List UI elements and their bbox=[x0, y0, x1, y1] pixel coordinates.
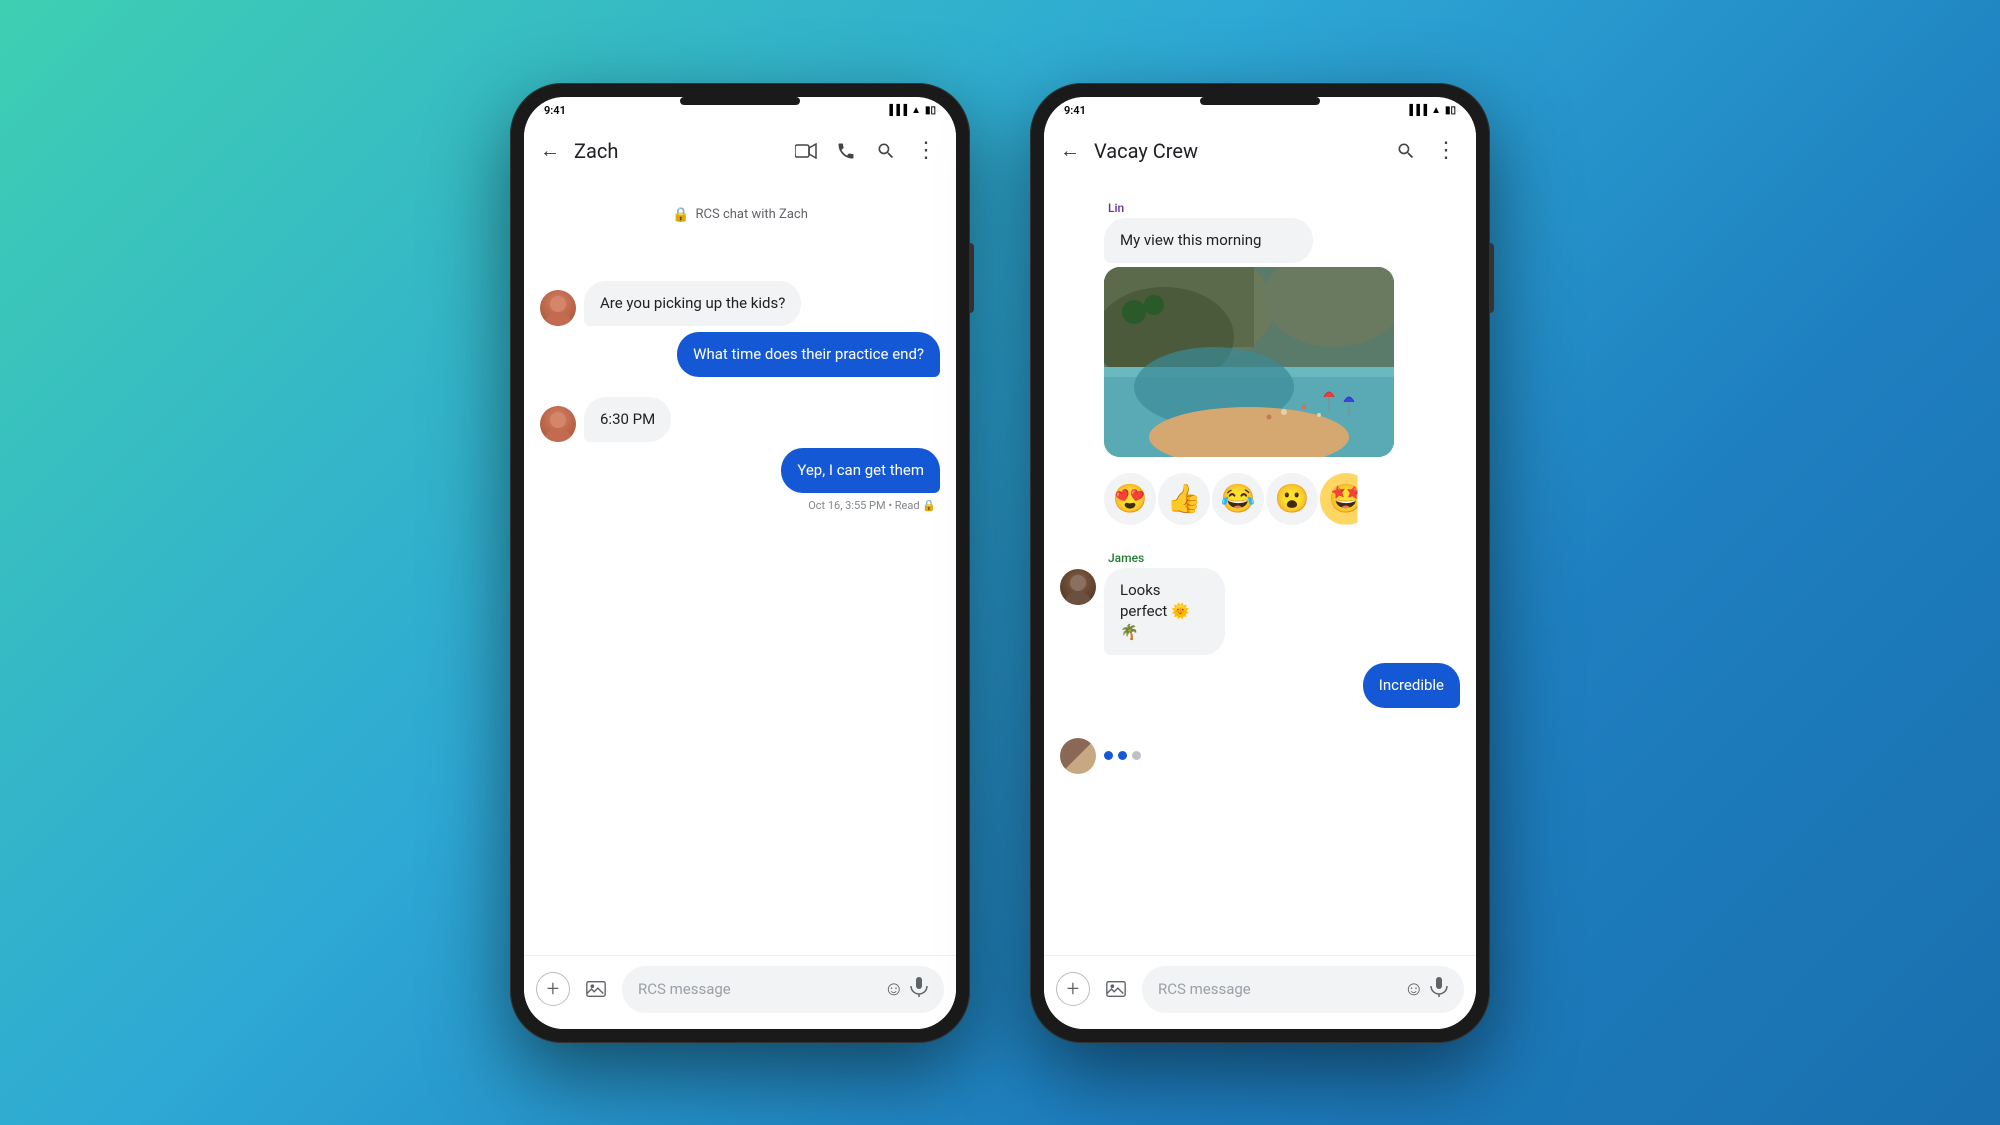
message-row-james: James Looks perfect 🌞 🌴 bbox=[1060, 551, 1460, 655]
more-options-button-1[interactable]: ⋮ bbox=[908, 133, 944, 169]
phone-call-button[interactable] bbox=[828, 133, 864, 169]
message-text-2: What time does their practice end? bbox=[693, 345, 924, 363]
phone-1: 9:41 ▐▐▐ ▲ ▮▯ ← Zach ⋮ bbox=[510, 83, 970, 1043]
sender-name-lin: Lin bbox=[1108, 201, 1394, 215]
input-field-icons-2: ☺ bbox=[1404, 976, 1448, 1003]
wifi-icon: ▲ bbox=[911, 105, 921, 116]
reaction-partial[interactable]: 🤩 bbox=[1320, 473, 1372, 525]
phone-2: 9:41 ▐▐▐ ▲ ▮▯ ← Vacay Crew ⋮ bbox=[1030, 83, 1490, 1043]
james-message-bubble: Looks perfect 🌞 🌴 bbox=[1104, 568, 1225, 655]
emoji-icon-1[interactable]: ☺ bbox=[884, 976, 904, 1003]
chat-area-2: Lin My view this morning bbox=[1044, 177, 1476, 955]
beach-photo[interactable] bbox=[1104, 267, 1394, 457]
mic-icon-2[interactable] bbox=[1430, 976, 1448, 1003]
message-row-2: What time does their practice end? bbox=[540, 332, 940, 377]
message-bubble-3: 6:30 PM bbox=[584, 397, 671, 442]
message-text-3: 6:30 PM bbox=[600, 410, 655, 428]
input-placeholder-1: RCS message bbox=[638, 980, 731, 998]
status-bar-1: 9:41 ▐▐▐ ▲ ▮▯ bbox=[524, 97, 956, 125]
message-text-1: Are you picking up the kids? bbox=[600, 294, 785, 312]
emoji-icon-2[interactable]: ☺ bbox=[1404, 976, 1424, 1003]
signal-icon: ▐▐▐ bbox=[886, 105, 907, 116]
phone-1-screen: 9:41 ▐▐▐ ▲ ▮▯ ← Zach ⋮ bbox=[524, 97, 956, 1029]
time-display: 9:41 bbox=[544, 104, 566, 117]
search-button-2[interactable] bbox=[1388, 133, 1424, 169]
more-options-button-2[interactable]: ⋮ bbox=[1428, 133, 1464, 169]
add-button-2[interactable]: + bbox=[1056, 972, 1090, 1006]
input-field-icons-1: ☺ bbox=[884, 976, 928, 1003]
media-button-1[interactable] bbox=[578, 971, 614, 1007]
rcs-info-text: RCS chat with Zach bbox=[696, 207, 808, 222]
chat-header-1: ← Zach ⋮ bbox=[524, 125, 956, 177]
typing-dot-3 bbox=[1132, 751, 1141, 760]
avatar-zach bbox=[540, 290, 576, 326]
timestamp-text: Oct 16, 3:55 PM • Read 🔒 bbox=[808, 499, 936, 512]
input-bar-2: + RCS message ☺ bbox=[1044, 955, 1476, 1029]
message-row-1: Are you picking up the kids? bbox=[540, 281, 940, 326]
message-input-1[interactable]: RCS message ☺ bbox=[622, 966, 944, 1013]
chat-title-2: Vacay Crew bbox=[1094, 139, 1382, 163]
message-row-3: 6:30 PM bbox=[540, 397, 940, 442]
header-actions-1: ⋮ bbox=[788, 133, 944, 169]
input-bar-1: + RCS message ☺ bbox=[524, 955, 956, 1029]
battery-icon: ▮▯ bbox=[925, 105, 936, 116]
reaction-heart-eyes[interactable]: 😍 bbox=[1104, 473, 1156, 525]
header-actions-2: ⋮ bbox=[1388, 133, 1464, 169]
add-button-1[interactable]: + bbox=[536, 972, 570, 1006]
typing-dots bbox=[1104, 751, 1141, 760]
status-bar-2: 9:41 ▐▐▐ ▲ ▮▯ bbox=[1044, 97, 1476, 125]
message-row-outgoing-g: Incredible bbox=[1060, 663, 1460, 708]
wifi-icon-2: ▲ bbox=[1431, 105, 1441, 116]
typing-dot-2 bbox=[1118, 751, 1127, 760]
typing-indicator bbox=[1060, 730, 1460, 782]
typing-avatar bbox=[1060, 738, 1096, 774]
input-placeholder-2: RCS message bbox=[1158, 980, 1251, 998]
avatar-zach-2 bbox=[540, 406, 576, 442]
lock-icon: 🔒 bbox=[672, 207, 689, 223]
read-receipt: Oct 16, 3:55 PM • Read 🔒 bbox=[540, 499, 940, 512]
sender-name-james: James bbox=[1108, 551, 1272, 565]
incredible-bubble: Incredible bbox=[1363, 663, 1460, 708]
james-message-text: Looks perfect 🌞 🌴 bbox=[1120, 581, 1190, 641]
incredible-text: Incredible bbox=[1379, 676, 1444, 694]
message-block-4: Yep, I can get them Oct 16, 3:55 PM • Re… bbox=[540, 448, 940, 512]
time-display-2: 9:41 bbox=[1064, 104, 1086, 117]
reaction-laughing[interactable]: 😂 bbox=[1212, 473, 1264, 525]
mic-icon-1[interactable] bbox=[910, 976, 928, 1003]
chat-area-1: 🔒 RCS chat with Zach Are you picking up … bbox=[524, 177, 956, 955]
message-row-g1: Lin My view this morning bbox=[1060, 201, 1460, 457]
message-row-4: Yep, I can get them bbox=[540, 448, 940, 493]
chat-title-1: Zach bbox=[574, 139, 782, 163]
message-block-lin: Lin My view this morning bbox=[1104, 201, 1394, 457]
message-text-lin: My view this morning bbox=[1104, 218, 1313, 263]
chat-header-2: ← Vacay Crew ⋮ bbox=[1044, 125, 1476, 177]
video-call-button[interactable] bbox=[788, 133, 824, 169]
search-button-1[interactable] bbox=[868, 133, 904, 169]
back-button-2[interactable]: ← bbox=[1052, 133, 1088, 169]
lin-message-text: My view this morning bbox=[1120, 231, 1261, 249]
message-block-james: James Looks perfect 🌞 🌴 bbox=[1104, 551, 1272, 655]
battery-icon-2: ▮▯ bbox=[1445, 105, 1456, 116]
typing-dot-1 bbox=[1104, 751, 1113, 760]
reaction-surprised[interactable]: 😮 bbox=[1266, 473, 1318, 525]
reaction-thumbsup[interactable]: 👍 bbox=[1158, 473, 1210, 525]
message-bubble-1: Are you picking up the kids? bbox=[584, 281, 801, 326]
media-button-2[interactable] bbox=[1098, 971, 1134, 1007]
message-input-2[interactable]: RCS message ☺ bbox=[1142, 966, 1464, 1013]
rcs-info-chip: 🔒 RCS chat with Zach bbox=[540, 187, 940, 239]
phone-2-screen: 9:41 ▐▐▐ ▲ ▮▯ ← Vacay Crew ⋮ bbox=[1044, 97, 1476, 1029]
message-bubble-2: What time does their practice end? bbox=[677, 332, 940, 377]
avatar-james bbox=[1060, 569, 1096, 605]
signal-icon-2: ▐▐▐ bbox=[1406, 105, 1427, 116]
back-button[interactable]: ← bbox=[532, 133, 568, 169]
message-text-4: Yep, I can get them bbox=[797, 461, 924, 479]
reaction-bar: 😍 👍 😂 😮 🤩 bbox=[1060, 465, 1460, 527]
message-bubble-4: Yep, I can get them bbox=[781, 448, 940, 493]
